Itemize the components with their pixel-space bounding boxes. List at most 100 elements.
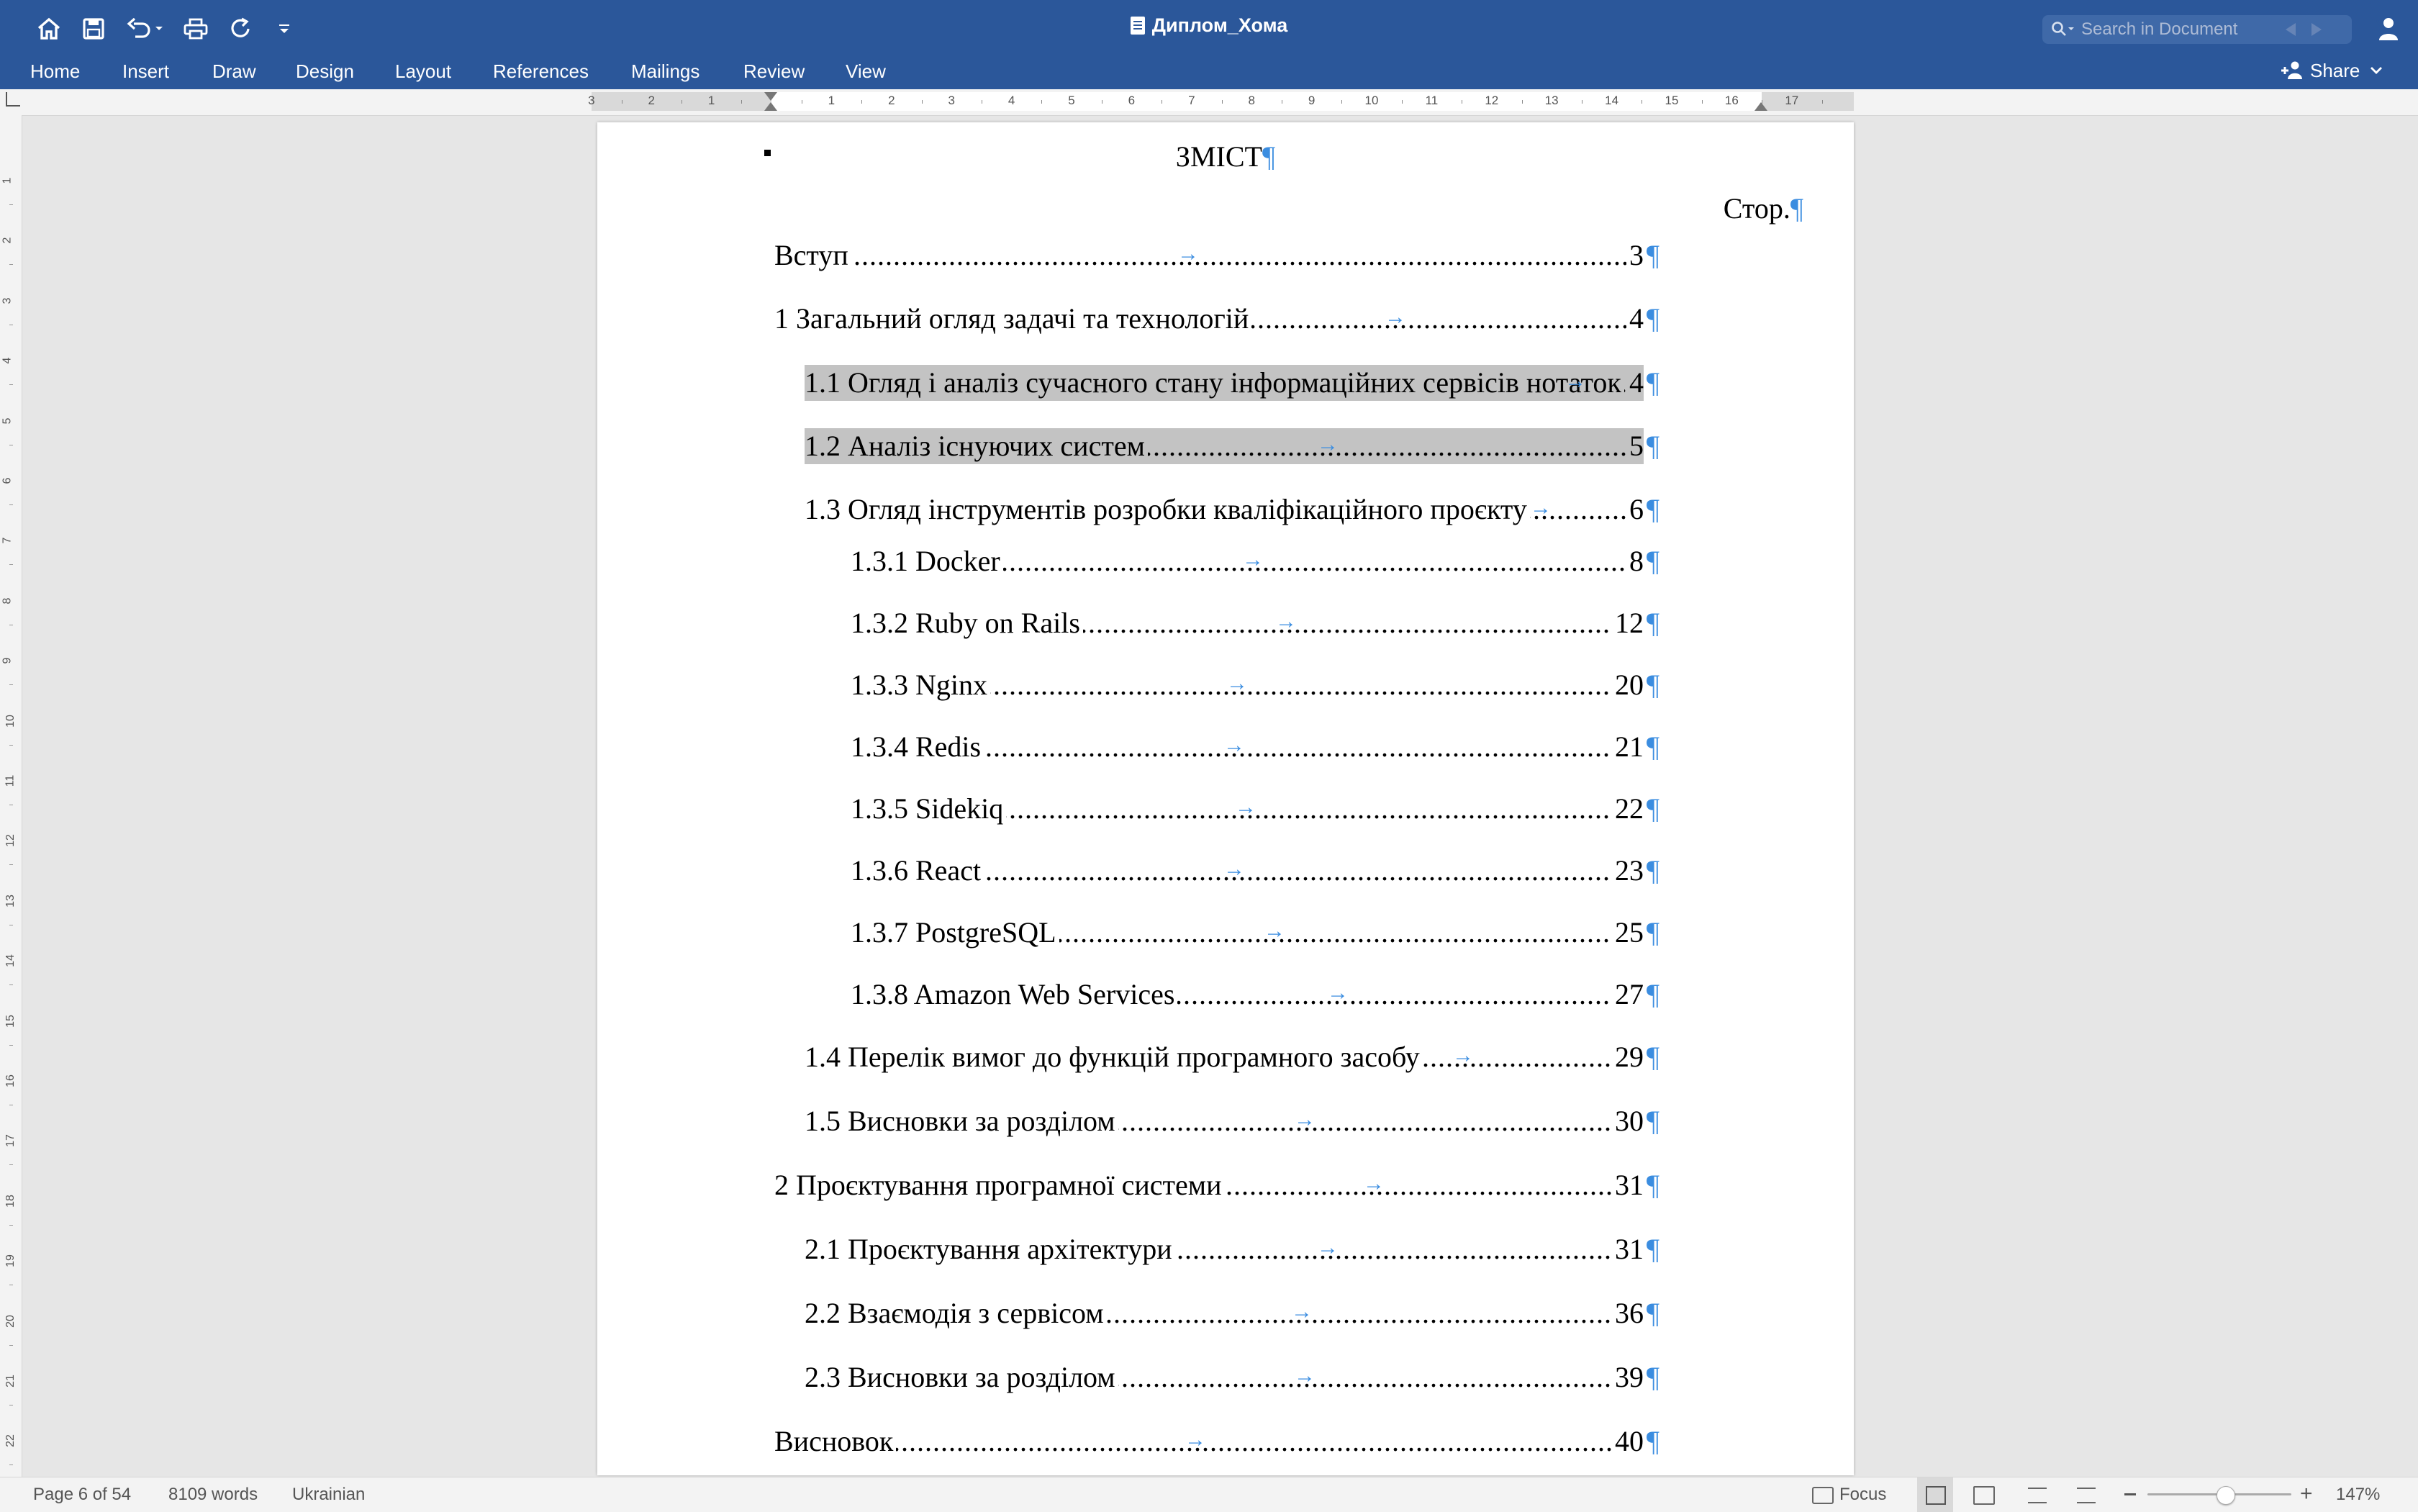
hanging-indent-marker[interactable]: [764, 102, 777, 111]
tab-mark-icon: →: [1530, 496, 1552, 520]
search-next-icon[interactable]: [2311, 23, 2322, 36]
tab-references[interactable]: References: [493, 60, 589, 83]
pilcrow-mark: ¶: [1646, 430, 1659, 462]
tab-mark-icon: →: [1223, 733, 1245, 757]
tab-review[interactable]: Review: [743, 60, 805, 83]
zoom-out-button[interactable]: [2124, 1493, 2136, 1495]
toc-entry-label: 1 Загальний огляд задачі та технологій: [774, 301, 1252, 337]
focus-button[interactable]: Focus: [1839, 1485, 1886, 1505]
vruler-label: 7: [1, 537, 14, 544]
tab-mark-icon: →: [1294, 1364, 1316, 1387]
document-page[interactable]: ЗМІСТ¶ Стор.¶ Вступ.....................…: [597, 122, 1854, 1475]
ribbon-tab-bar: Home Insert Draw Design Layout Reference…: [0, 56, 2418, 89]
pilcrow-mark: ¶: [1646, 302, 1659, 335]
zoom-slider-thumb[interactable]: [2216, 1486, 2235, 1505]
tab-layout[interactable]: Layout: [395, 60, 451, 83]
toc-entry[interactable]: Вступ...................................…: [774, 237, 1659, 273]
ruler-label: 7: [1188, 94, 1195, 107]
toc-entry[interactable]: 1.5 Висновки за розділом................…: [805, 1103, 1659, 1139]
vruler-tick: [9, 684, 13, 686]
toc-entry[interactable]: 1.3 Огляд інструментів розробки кваліфік…: [805, 492, 1659, 528]
tab-view[interactable]: View: [846, 60, 886, 83]
search-box[interactable]: [2042, 15, 2352, 44]
toc-entry-page: 31: [1612, 1167, 1644, 1203]
tab-mailings[interactable]: Mailings: [631, 60, 699, 83]
search-input[interactable]: [2081, 19, 2268, 40]
search-previous-icon[interactable]: [2286, 23, 2296, 36]
toc-entry-highlighted[interactable]: 1.2 Аналіз існуючих систем..............…: [805, 428, 1659, 464]
toc-entry[interactable]: 1.3.7 PostgreSQL........................…: [851, 915, 1659, 951]
tab-mark-icon: →: [1223, 857, 1245, 881]
vruler-tick: [9, 864, 13, 866]
vruler-tick: [9, 204, 13, 205]
toc-entry[interactable]: 1 Загальний огляд задачі та технологій..…: [774, 301, 1659, 337]
vruler-label: 22: [4, 1434, 17, 1448]
search-icon: [2052, 22, 2074, 36]
language-indicator[interactable]: Ukrainian: [292, 1485, 365, 1505]
tab-draw[interactable]: Draw: [212, 60, 256, 83]
toc-entry[interactable]: 2 Проєктування програмної системи.......…: [774, 1167, 1659, 1203]
draft-view-icon[interactable]: [2077, 1488, 2096, 1503]
account-icon[interactable]: [2372, 13, 2404, 45]
indent-marker[interactable]: [764, 92, 777, 101]
pilcrow-mark: ¶: [1646, 1169, 1659, 1201]
toc-entry[interactable]: 1.3.6 React.............................…: [851, 853, 1659, 889]
toc-entry[interactable]: 1.4 Перелік вимог до функцій програмного…: [805, 1039, 1659, 1075]
ruler-tick: [1341, 100, 1343, 104]
vruler-tick: [9, 264, 13, 266]
tab-mark-icon: →: [1235, 795, 1256, 819]
right-margin-shade: [1762, 92, 1854, 111]
vertical-ruler[interactable]: 1 2 3 4 5 6 7 8 9 10 11 12 13 14 15 16 17 18 19 20 21 22: [0, 115, 22, 1477]
word-count[interactable]: 8109 words: [168, 1485, 258, 1505]
toc-entry-label: 2.3 Висновки за розділом: [805, 1359, 1118, 1395]
ruler-tick: [921, 100, 923, 104]
toc-entry-highlighted[interactable]: 1.1 Огляд і аналіз сучасного стану інфор…: [805, 365, 1659, 401]
tab-mark-icon: →: [1317, 1236, 1339, 1259]
page-indicator[interactable]: Page 6 of 54: [33, 1485, 131, 1505]
ruler-tick: [861, 100, 863, 104]
zoom-level[interactable]: 147%: [2336, 1485, 2380, 1505]
share-button[interactable]: Share: [2280, 58, 2383, 83]
vruler-label: 6: [1, 477, 14, 484]
right-indent-marker[interactable]: [1754, 102, 1767, 111]
outline-view-icon[interactable]: [2028, 1488, 2047, 1503]
pilcrow-mark: ¶: [1646, 1041, 1659, 1073]
zoom-in-button[interactable]: +: [2300, 1482, 2313, 1506]
title-bar: Диплом_Хома: [0, 0, 2418, 56]
vruler-tick: [9, 384, 13, 386]
vruler-tick: [9, 1164, 13, 1166]
toc-entry[interactable]: 2.2 Взаємодія з сервісом................…: [805, 1295, 1659, 1331]
vruler-label: 11: [4, 774, 17, 787]
pilcrow-mark: ¶: [1262, 140, 1276, 173]
ruler-label: 13: [1544, 94, 1559, 107]
ruler-label: 1: [828, 94, 836, 107]
toc-entry-page: 22: [1612, 791, 1644, 827]
vruler-label: 3: [1, 297, 14, 304]
tab-insert[interactable]: Insert: [122, 60, 169, 83]
ruler-label: 10: [1364, 94, 1379, 107]
vruler-tick: [9, 1344, 13, 1346]
ruler-label: 2: [888, 94, 895, 107]
ruler-label: 16: [1724, 94, 1739, 107]
tab-design[interactable]: Design: [296, 60, 354, 83]
toc-entry[interactable]: 2.1 Проєктування архітектури............…: [805, 1231, 1659, 1267]
toc-entry[interactable]: 1.3.5 Sidekiq...........................…: [851, 791, 1659, 827]
toc-entry[interactable]: 1.3.4 Redis.............................…: [851, 729, 1659, 765]
toc-entry-label: 1.1 Огляд і аналіз сучасного стану інфор…: [805, 365, 1624, 401]
web-layout-icon[interactable]: [1973, 1486, 1995, 1505]
horizontal-ruler[interactable]: 3 2 1 1 2 3 4 5 6 7 8 9 10 11 12 13 14 15 16 17: [588, 92, 1854, 111]
toc-entry[interactable]: 1.3.2 Ruby on Rails.....................…: [851, 605, 1659, 641]
toc-entry[interactable]: 1.3.8 Amazon Web Services...............…: [851, 977, 1659, 1013]
tab-stop-selector-icon[interactable]: [6, 92, 20, 107]
toc-entry[interactable]: Висновок................................…: [774, 1423, 1659, 1459]
vruler-tick: [9, 744, 13, 746]
leader-dots: ........................................…: [774, 1425, 1644, 1457]
document-icon: [1130, 17, 1145, 35]
tab-home[interactable]: Home: [30, 60, 80, 83]
toc-entry[interactable]: 2.3 Висновки за розділом................…: [805, 1359, 1659, 1395]
toc-entry[interactable]: 1.3.1 Docker............................…: [851, 543, 1659, 579]
toc-entry[interactable]: 1.3.3 Nginx.............................…: [851, 667, 1659, 703]
ruler-label: 15: [1665, 94, 1679, 107]
vruler-tick: [9, 504, 13, 505]
status-bar: Page 6 of 54 8109 words Ukrainian Focus …: [0, 1477, 2418, 1512]
